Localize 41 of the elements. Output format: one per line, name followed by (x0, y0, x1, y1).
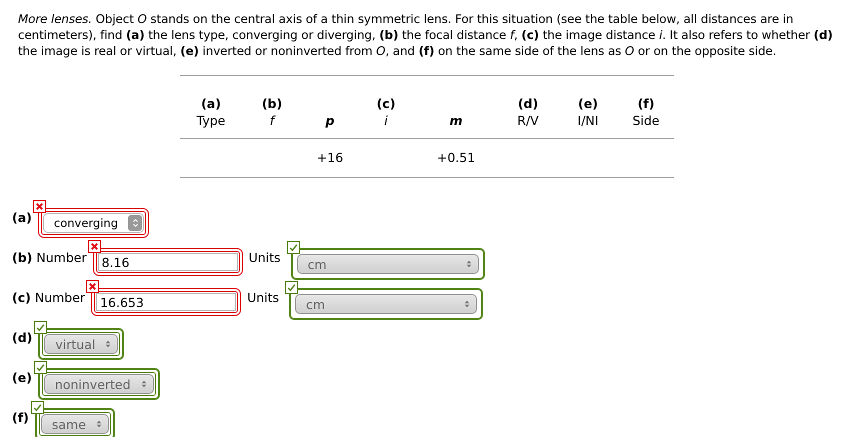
column-letter: (a) (201, 96, 221, 111)
column-header: R/V (517, 113, 539, 128)
table-cell: +0.51 (436, 150, 476, 165)
caret-icon (105, 339, 112, 349)
part-label: (a) (12, 210, 32, 225)
column-letter: (b) (262, 96, 282, 111)
prompt-label: Number (34, 290, 86, 305)
column-header: i (384, 113, 388, 128)
column-letter: (e) (578, 96, 598, 111)
dropdown[interactable]: noninverted (44, 374, 154, 394)
part-label: (b) (12, 250, 32, 265)
column-letter: (d) (518, 96, 538, 111)
column-letter: (c) (376, 96, 396, 111)
prompt-label: Number (36, 250, 87, 265)
dropdown[interactable]: virtual (44, 334, 118, 354)
units-label: Units (247, 290, 280, 305)
column-letter: (f) (638, 96, 654, 111)
part-label: (f) (12, 410, 29, 425)
column-header: Side (632, 113, 660, 128)
table-cell: +16 (316, 150, 344, 165)
column-header: m (449, 113, 463, 128)
caret-icon (128, 215, 142, 231)
column-header: I/NI (578, 113, 598, 128)
dropdown[interactable]: converging (42, 213, 144, 233)
problem-text: More lenses. Object O stands on the central axis of a thin symmetric lens. For this situation (see the table below, all distances are in centimeters), find (a) the lens type, converging or diverging, (b) the focal distance f, (c) the image distance i. It also refers to whether (d) the image is real or virtual, (e) inverted or noninverted from O, and (f) on the same side of the lens as O or on the opposite side. (18, 11, 834, 59)
caret-icon (96, 419, 102, 429)
number-field[interactable]: 16.653 (96, 293, 236, 311)
number-field[interactable]: 8.16 (98, 253, 238, 271)
units-label: Units (248, 250, 281, 265)
part-label: (e) (12, 370, 32, 385)
caret-icon (466, 259, 472, 269)
column-header: p (326, 113, 334, 128)
caret-icon (464, 299, 470, 309)
units-dropdown[interactable]: cm (296, 254, 479, 274)
part-label: (c) (12, 290, 31, 305)
units-dropdown[interactable]: cm (295, 294, 478, 314)
column-header: f (270, 113, 274, 128)
dropdown[interactable]: same (40, 414, 109, 434)
column-header: Type (196, 113, 226, 128)
part-label: (d) (12, 330, 32, 345)
caret-icon (140, 379, 147, 389)
